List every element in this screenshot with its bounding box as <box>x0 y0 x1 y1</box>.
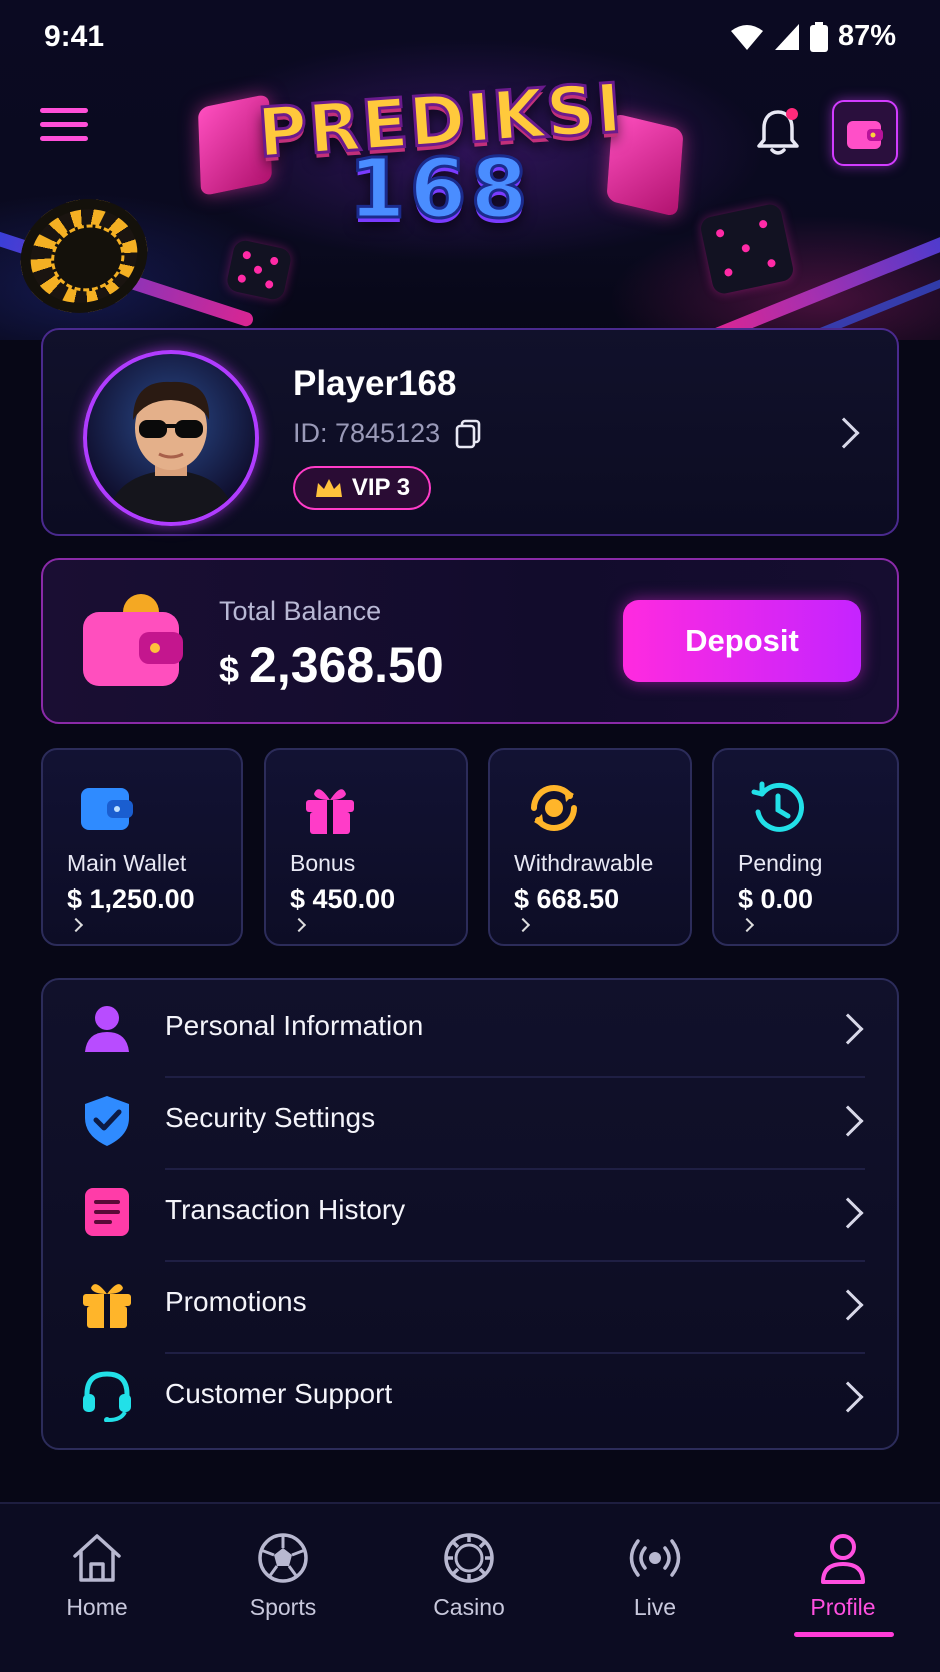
status-time: 9:41 <box>44 20 105 53</box>
balance-label: Total Balance <box>219 596 382 626</box>
notification-dot <box>786 108 798 120</box>
username: Player168 <box>293 364 457 403</box>
balance-card: Total Balance $2,368.50 Deposit <box>41 558 899 724</box>
deposit-button[interactable]: Deposit <box>623 600 861 682</box>
gift-icon <box>83 1284 131 1328</box>
wallet-value: $ 668.50 <box>514 884 620 914</box>
notifications-button[interactable] <box>754 106 802 158</box>
nav-sports[interactable]: Sports <box>208 1530 358 1640</box>
pending-tile[interactable]: Pending $ 0.00 <box>712 748 899 946</box>
profile-card[interactable]: Player168 ID: 7845123 VIP 3 <box>41 328 899 536</box>
wallet-icon <box>847 121 883 149</box>
chevron-right-icon <box>828 417 860 449</box>
nav-label: Home <box>66 1594 128 1620</box>
wallet-label: Main Wallet <box>67 850 187 876</box>
shield-check-icon <box>85 1096 129 1146</box>
signal-icon <box>774 23 799 50</box>
nav-label: Live <box>633 1594 677 1620</box>
wallet-icon <box>81 788 133 830</box>
bottom-navigation: Home Sports Casino Live Profile <box>0 1502 940 1672</box>
bell-icon <box>757 108 799 155</box>
chevron-right-icon <box>832 1105 864 1137</box>
withdrawable-tile[interactable]: Withdrawable $ 668.50 <box>488 748 692 946</box>
refresh-coin-icon <box>531 785 577 831</box>
chevron-right-icon <box>832 1289 864 1321</box>
wallet-button[interactable] <box>832 100 898 166</box>
vip-badge: VIP 3 <box>293 466 431 510</box>
nav-profile[interactable]: Profile <box>768 1530 918 1640</box>
home-icon <box>73 1534 121 1582</box>
menu-item-promotions[interactable]: Promotions <box>43 1258 901 1350</box>
menu-item-personal-information[interactable]: Personal Information <box>43 982 901 1074</box>
chevron-right-icon <box>515 917 531 933</box>
dice-decoration <box>698 202 796 296</box>
menu-icon <box>40 108 88 113</box>
nav-label: Sports <box>249 1594 317 1620</box>
user-id-text: ID: 7845123 <box>293 418 441 448</box>
chevron-right-icon <box>291 917 307 933</box>
nav-home[interactable]: Home <box>22 1530 172 1640</box>
chevron-right-icon <box>832 1197 864 1229</box>
menu-item-label: Customer Support <box>165 1378 393 1409</box>
chevron-right-icon <box>739 917 755 933</box>
menu-item-label: Promotions <box>165 1286 307 1317</box>
balance-amount: $2,368.50 <box>219 636 444 694</box>
chevron-right-icon <box>832 1381 864 1413</box>
document-icon <box>85 1188 129 1236</box>
nav-label: Casino <box>433 1594 505 1620</box>
avatar <box>83 350 259 526</box>
nav-label: Profile <box>810 1594 876 1620</box>
user-id: ID: 7845123 <box>293 418 482 449</box>
balance-value: 2,368.50 <box>249 637 444 693</box>
clock-icon <box>751 781 804 832</box>
menu-item-label: Security Settings <box>165 1102 376 1133</box>
menu-item-label: Personal Information <box>165 1010 424 1041</box>
nav-live[interactable]: Live <box>580 1530 730 1640</box>
soccer-ball-icon <box>258 1533 308 1583</box>
status-icons: 87% <box>730 20 896 53</box>
person-icon <box>85 1006 129 1052</box>
wifi-icon <box>730 24 763 50</box>
active-tab-indicator <box>794 1632 894 1637</box>
wallet-value: $ 0.00 <box>738 884 814 914</box>
wallet-value: $ 1,250.00 <box>67 884 195 914</box>
bonus-tile[interactable]: Bonus $ 450.00 <box>264 748 468 946</box>
status-bar: 9:41 87% <box>0 0 940 76</box>
vip-label: VIP 3 <box>351 474 411 501</box>
broadcast-icon <box>629 1539 681 1577</box>
account-menu: Personal Information Security Settings T… <box>41 978 899 1450</box>
dice-decoration <box>225 238 293 302</box>
wallet-label: Withdrawable <box>514 850 654 876</box>
nav-casino[interactable]: Casino <box>394 1530 544 1640</box>
headset-icon <box>83 1371 131 1422</box>
wallet-label: Bonus <box>290 850 356 876</box>
casino-chip-decoration <box>5 182 163 330</box>
wallet-icon <box>83 594 183 686</box>
prediksi168-logo: PREDIKSI 168 <box>190 68 690 239</box>
main-wallet-tile[interactable]: Main Wallet $ 1,250.00 <box>41 748 243 946</box>
hamburger-menu-button[interactable] <box>40 108 88 152</box>
logo-number: 168 <box>347 141 532 239</box>
menu-item-security-settings[interactable]: Security Settings <box>43 1074 901 1166</box>
copy-icon[interactable] <box>454 419 482 449</box>
menu-item-transaction-history[interactable]: Transaction History <box>43 1166 901 1258</box>
chevron-right-icon <box>832 1013 864 1045</box>
gift-icon <box>306 789 354 834</box>
chevron-right-icon <box>68 917 84 933</box>
currency-symbol: $ <box>219 649 240 690</box>
crown-icon <box>315 479 342 497</box>
casino-chip-icon <box>444 1533 494 1583</box>
wallet-label: Pending <box>738 850 823 876</box>
user-icon <box>821 1534 865 1584</box>
menu-item-customer-support[interactable]: Customer Support <box>43 1350 901 1442</box>
wallet-value: $ 450.00 <box>290 884 396 914</box>
battery-percent: 87% <box>837 20 896 52</box>
menu-item-label: Transaction History <box>165 1194 406 1225</box>
battery-icon <box>809 21 828 52</box>
